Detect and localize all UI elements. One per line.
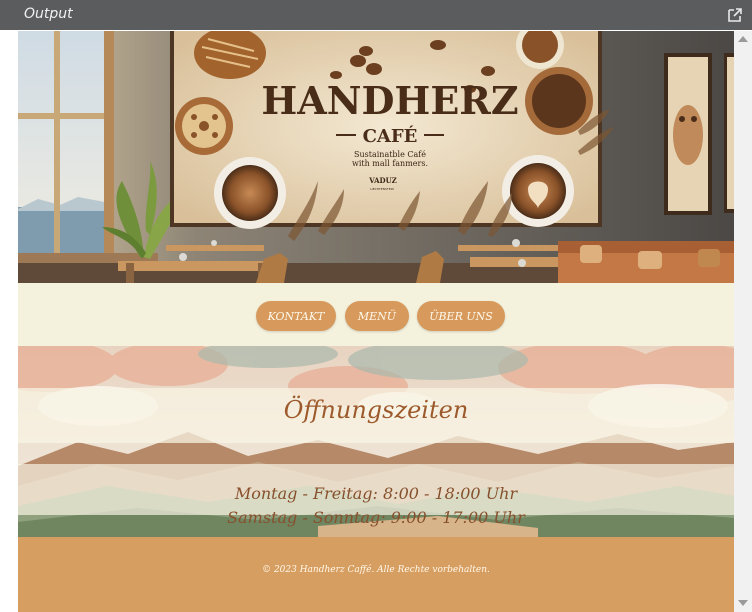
external-link-icon[interactable]: [726, 6, 744, 24]
opening-hours-weekend: Samstag - Sonntag: 9:00 - 17:00 Uhr: [227, 508, 525, 527]
hero-brand-sub: CAFÉ: [363, 124, 418, 147]
vertical-scrollbar[interactable]: [734, 31, 752, 612]
scroll-down-arrow-icon[interactable]: [738, 600, 748, 606]
page-footer: © 2023 Handherz Caffé. Alle Rechte vorbe…: [18, 537, 734, 612]
opening-hours-section: Öffnungszeiten Montag - Freitag: 8:00 - …: [18, 346, 734, 537]
nav-button-menu[interactable]: MENÜ: [345, 301, 409, 331]
hero-tagline-2: with mall fanmers.: [352, 159, 428, 168]
hero-image: HANDHERZ CAFÉ Sustainatble Café with mal…: [18, 31, 734, 283]
hero-location: VADUZ: [368, 176, 397, 185]
cafe-interior-illustration: HANDHERZ CAFÉ Sustainatble Café with mal…: [18, 31, 734, 283]
opening-hours-weekday: Montag - Freitag: 8:00 - 18:00 Uhr: [234, 484, 518, 503]
footer-copyright: © 2023 Handherz Caffé. Alle Rechte vorbe…: [262, 565, 490, 575]
output-panel-header: Output: [0, 0, 752, 30]
hero-location-sub: LIECHTENSTEIN: [370, 187, 394, 191]
nav-button-kontakt[interactable]: KONTAKT: [256, 301, 336, 331]
scroll-up-arrow-icon[interactable]: [738, 36, 748, 42]
opening-hours-title: Öffnungszeiten: [283, 396, 469, 424]
nav-button-ueber-uns[interactable]: ÜBER UNS: [417, 301, 505, 331]
preview-frame: HANDHERZ CAFÉ Sustainatble Café with mal…: [18, 31, 734, 612]
hero-brand-name: HANDHERZ: [261, 78, 518, 123]
hero-tagline-1: Sustainatble Café: [354, 150, 426, 159]
panel-title: Output: [24, 6, 73, 22]
main-navigation: KONTAKT MENÜ ÜBER UNS: [18, 283, 734, 346]
